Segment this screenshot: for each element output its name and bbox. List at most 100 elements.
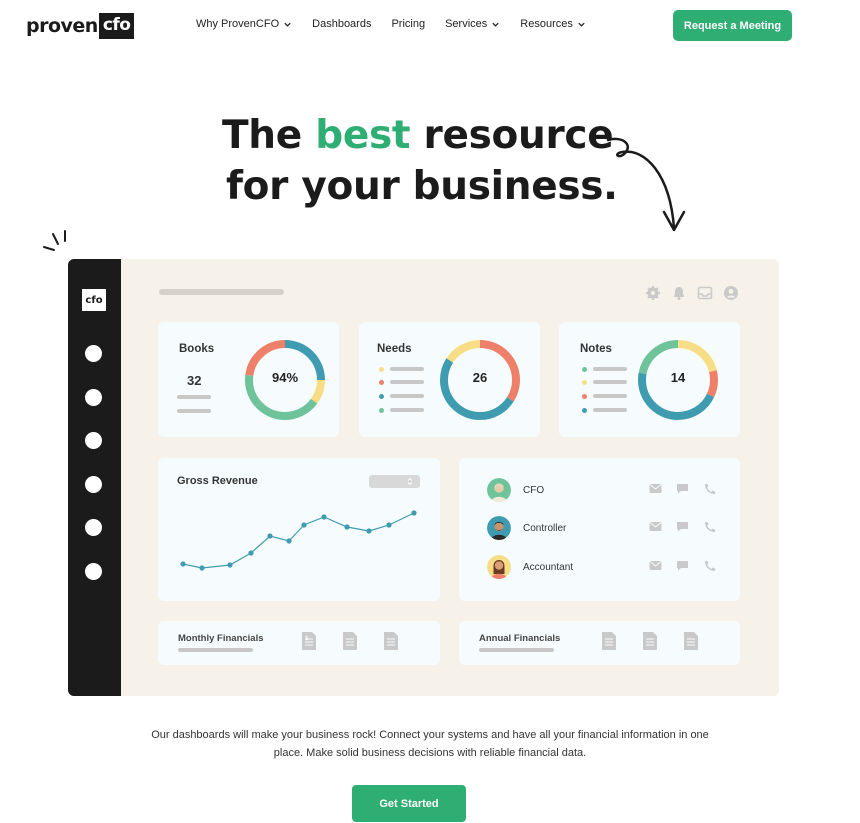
needs-title: Needs [377, 343, 412, 355]
nav-item-resources[interactable]: Resources [520, 18, 586, 30]
contact-row-cfo: CFO [487, 477, 544, 503]
phone-icon [705, 561, 715, 571]
svg-text:$: $ [305, 635, 309, 642]
legend-dot [582, 380, 587, 385]
mail-icon [649, 561, 662, 570]
placeholder-line [593, 367, 627, 371]
contact-role: Accountant [523, 561, 574, 573]
legend-dot [379, 394, 384, 399]
inbox-icon [697, 286, 713, 300]
mail-icon [649, 522, 662, 531]
provencfo-logo[interactable]: proven cfo [26, 12, 135, 40]
legend-dot [582, 408, 587, 413]
chevron-down-icon [578, 22, 585, 27]
nav-item-why-provencfo[interactable]: Why ProvenCFO [196, 18, 292, 30]
contacts-card: CFO Controller Accountant [459, 458, 740, 601]
legend-dot [379, 367, 384, 372]
spark-lines-icon [43, 230, 66, 251]
notes-card: Notes 14 [559, 322, 740, 437]
sidebar-nav-dot [85, 519, 102, 536]
search-bar-placeholder [159, 289, 284, 295]
document-icon [384, 632, 398, 650]
document-icon [643, 632, 657, 650]
headline-line-1: The best resource [222, 110, 622, 161]
logo-box: cfo [98, 13, 135, 39]
period-dropdown [369, 475, 420, 488]
nav-label: Pricing [391, 18, 426, 30]
placeholder-line [593, 408, 627, 412]
phone-icon [705, 522, 715, 532]
contact-row-controller: Controller [487, 515, 566, 541]
mail-icon [649, 484, 662, 493]
notes-donut-label: 14 [670, 370, 686, 385]
sort-arrows-icon [407, 477, 413, 486]
monthly-financials-card: Monthly Financials $ [158, 621, 440, 665]
gear-icon [646, 286, 660, 300]
chat-icon [677, 522, 688, 532]
contact-actions [649, 483, 716, 494]
user-icon [724, 286, 738, 300]
document-icon [684, 632, 698, 650]
nav-label: Services [445, 18, 488, 30]
nav-item-services[interactable]: Services [445, 18, 500, 30]
nav-item-pricing[interactable]: Pricing [391, 18, 425, 30]
sidebar-logo: cfo [82, 289, 106, 311]
sidebar-nav-dot [85, 345, 102, 362]
chat-icon [677, 484, 688, 494]
books-donut-label: 94% [271, 370, 299, 385]
chevron-down-icon [284, 22, 291, 27]
bell-icon [674, 287, 684, 300]
annual-financials-card: Annual Financials [459, 621, 740, 665]
contact-actions [649, 521, 716, 532]
contact-role: Controller [523, 522, 567, 534]
legend-dot [379, 408, 384, 413]
sidebar-nav-dot [85, 476, 102, 493]
main-nav: Why ProvenCFO Dashboards Pricing Service… [196, 18, 586, 30]
avatar-cfo [487, 478, 511, 502]
notes-title: Notes [580, 343, 612, 355]
nav-item-dashboards[interactable]: Dashboards [312, 18, 371, 30]
sidebar-nav-dot [85, 563, 102, 580]
gross-revenue-card: Gross Revenue [158, 458, 440, 601]
annual-financials-title: Annual Financials [479, 633, 561, 644]
books-value: 32 [187, 373, 202, 388]
placeholder-line [390, 408, 424, 412]
nav-label: Resources [520, 18, 573, 30]
chat-icon [677, 561, 688, 571]
phone-icon [705, 484, 715, 494]
dashboard-sidebar: cfo [68, 259, 121, 696]
placeholder-line [593, 380, 627, 384]
placeholder-line [479, 648, 554, 652]
chevron-down-icon [492, 22, 499, 27]
contact-role: CFO [523, 484, 545, 496]
nav-label: Dashboards [312, 18, 372, 30]
headline-prefix: The [222, 113, 316, 158]
avatar-controller [487, 516, 511, 540]
placeholder-line [178, 648, 253, 652]
gross-revenue-title: Gross Revenue [177, 475, 258, 487]
curved-arrow-icon [606, 137, 686, 232]
placeholder-line [177, 409, 211, 413]
sidebar-nav-dot [85, 389, 102, 406]
request-meeting-button[interactable]: Request a Meeting [673, 10, 792, 41]
nav-label: Why ProvenCFO [196, 18, 280, 30]
top-icons [645, 285, 739, 301]
placeholder-line [390, 380, 424, 384]
headline-accent: best [315, 113, 411, 158]
placeholder-line [593, 394, 627, 398]
hero-description: Our dashboards will make your business r… [151, 729, 709, 759]
legend-dot [582, 367, 587, 372]
needs-donut-label: 26 [472, 370, 488, 385]
books-card: Books 32 94% [158, 322, 339, 437]
hero-headline: The best resource for your business. [222, 110, 622, 212]
get-started-button[interactable]: Get Started [352, 785, 466, 822]
monthly-financials-title: Monthly Financials [178, 633, 264, 644]
books-title: Books [179, 343, 215, 355]
placeholder-line [390, 367, 424, 371]
placeholder-line [390, 394, 424, 398]
document-icon [343, 632, 357, 650]
logo-word: proven [26, 15, 98, 37]
placeholder-line [177, 395, 211, 399]
contact-row-accountant: Accountant [487, 554, 573, 580]
document-icon: $ [302, 632, 316, 650]
